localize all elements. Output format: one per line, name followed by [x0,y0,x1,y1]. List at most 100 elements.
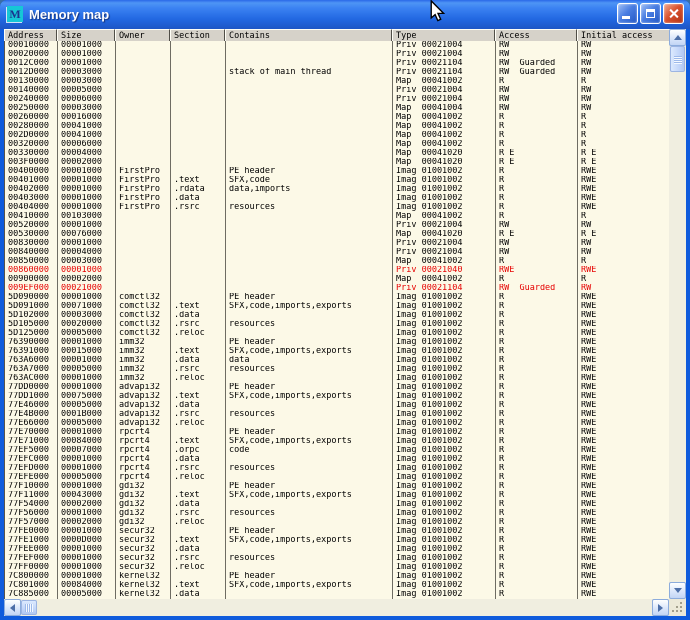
cell-address: 763A7000 [5,365,58,374]
table-row[interactable]: 0040200000001000FirstPro.rdatadata,impor… [5,185,669,194]
table-row[interactable]: 77FF000000001000secur32.relocImag 010010… [5,563,669,572]
column-header-section[interactable]: Section [170,29,225,41]
table-row[interactable]: 77E7000000001000rpcrt4PE headerImag 0100… [5,428,669,437]
column-header-address[interactable]: Address [4,29,57,41]
table-row[interactable]: 7639000000001000imm32PE headerImag 01001… [5,338,669,347]
table-row[interactable]: 77FE10000000D000secur32.textSFX,code,imp… [5,536,669,545]
table-row[interactable]: 009EF00000021000Priv 00021104RW GuardedR… [5,284,669,293]
column-header-initial-access[interactable]: Initial access [577,29,669,41]
table-row[interactable]: 0086000000001000Priv 00021040RWERWE [5,266,669,275]
table-row[interactable]: 0012C00000001000Priv 00021104RW GuardedR… [5,59,669,68]
table-row[interactable]: 77E7100000084000rpcrt4.textSFX,code,impo… [5,437,669,446]
close-button[interactable] [663,3,684,24]
table-row[interactable]: 0041000000103000Map 00041002RR [5,212,669,221]
table-row[interactable]: 0032000000006000Map 00041002RR [5,140,669,149]
table-row[interactable]: 0012D00000003000stack of main threadPriv… [5,68,669,77]
table-row[interactable]: 763A600000001000imm32.datadataImag 01001… [5,356,669,365]
cell-address: 00330000 [5,149,58,158]
table-row[interactable]: 77FEE00000001000secur32.dataImag 0100100… [5,545,669,554]
table-row[interactable]: 0040300000001000FirstPro.dataImag 010010… [5,194,669,203]
table-row[interactable]: 0085000000003000Map 00041002RR [5,257,669,266]
titlebar[interactable]: M Memory map [0,0,690,29]
cell-section [171,77,226,86]
column-header-contains[interactable]: Contains [225,29,392,41]
table-row[interactable]: 0013000000003000Map 00041002RR [5,77,669,86]
table-row[interactable]: 0040400000001000FirstPro.rsrcresourcesIm… [5,203,669,212]
table-row[interactable]: 5D10500000020000comctl32.rsrcresourcesIm… [5,320,669,329]
table-row[interactable]: 77E4600000005000advapi32.dataImag 010010… [5,401,669,410]
scroll-up-button[interactable] [669,29,686,46]
column-header-type[interactable]: Type [392,29,495,41]
table-row[interactable]: 7C88500000005000kernel32.dataImag 010010… [5,590,669,599]
table-row[interactable]: 763A700000005000imm32.rsrcresourcesImag … [5,365,669,374]
horizontal-scroll-thumb[interactable] [21,600,37,615]
vertical-scrollbar[interactable] [669,29,686,599]
table-row[interactable]: 77DD000000001000advapi32PE headerImag 01… [5,383,669,392]
table-row[interactable]: 5D09100000071000comctl32.textSFX,code,im… [5,302,669,311]
table-row[interactable]: 77DD100000075000advapi32.textSFX,code,im… [5,392,669,401]
memory-map-icon[interactable]: M [7,6,23,22]
column-header-size[interactable]: Size [57,29,115,41]
table-row[interactable]: 0025000000003000Map 00041004RWRW [5,104,669,113]
minimize-button[interactable] [617,3,638,24]
table-row[interactable]: 002D000000041000Map 00041002RR [5,131,669,140]
scroll-down-button[interactable] [669,582,686,599]
table-row[interactable]: 0024000000006000Priv 00021004RWRW [5,95,669,104]
cell-contains [226,419,393,428]
scroll-left-button[interactable] [4,599,21,616]
table-row[interactable]: 763AC00000001000imm32.relocImag 01001002… [5,374,669,383]
table-row[interactable]: 0090000000002000Map 00041002RR [5,275,669,284]
resize-grip[interactable] [669,599,686,616]
table-row[interactable]: 0083000000001000Priv 00021004RWRW [5,239,669,248]
table-row[interactable]: 5D10200000003000comctl32.dataImag 010010… [5,311,669,320]
table-row[interactable]: 5D12500000005000comctl32.relocImag 01001… [5,329,669,338]
table-row[interactable]: 0084000000004000Priv 00021004RWRW [5,248,669,257]
table-row[interactable]: 0033000000004000Map 00041020R ER E [5,149,669,158]
table-row[interactable]: 77EFD00000001000rpcrt4.rsrcresourcesImag… [5,464,669,473]
cell-initial_access: RWE [578,401,669,410]
table-row[interactable]: 0053000000076000Map 00041020R ER E [5,230,669,239]
cell-contains [226,545,393,554]
table-row[interactable]: 0014000000005000Priv 00021004RWRW [5,86,669,95]
cell-access: RWE [496,266,578,275]
table-row[interactable]: 77FEF00000001000secur32.rsrcresourcesIma… [5,554,669,563]
cell-contains [226,500,393,509]
cell-address: 00320000 [5,140,58,149]
column-header-owner[interactable]: Owner [115,29,170,41]
cell-section: .text [171,536,226,545]
table-row[interactable]: 0028000000041000Map 00041002RR [5,122,669,131]
table-row[interactable]: 77EF500000007000rpcrt4.orpccodeImag 0100… [5,446,669,455]
table-row[interactable]: 77EFC00000001000rpcrt4.dataImag 01001002… [5,455,669,464]
table-row[interactable]: 77F1100000043000gdi32.textSFX,code,impor… [5,491,669,500]
table-row[interactable]: 77F1000000001000gdi32PE headerImag 01001… [5,482,669,491]
table-row[interactable]: 0052000000001000Priv 00021004RWRW [5,221,669,230]
column-header-access[interactable]: Access [495,29,577,41]
table-row[interactable]: 0026000000016000Map 00041002RR [5,113,669,122]
table-row[interactable]: 77FE000000001000secur32PE headerImag 010… [5,527,669,536]
table-row[interactable]: 0002000000001000Priv 00021004RWRW [5,50,669,59]
table-row[interactable]: 77F5400000002000gdi32.dataImag 01001002R… [5,500,669,509]
table-row[interactable]: 7C80000000001000kernel32PE headerImag 01… [5,572,669,581]
table-row[interactable]: 0040100000001000FirstPro.textSFX,codeIma… [5,176,669,185]
maximize-button[interactable] [640,3,661,24]
vertical-scroll-thumb[interactable] [670,46,685,72]
cell-access: R [496,347,578,356]
cell-type: Imag 01001002 [393,563,496,572]
table-row[interactable]: 77E6600000005000advapi32.relocImag 01001… [5,419,669,428]
horizontal-scrollbar[interactable] [4,599,669,616]
table-row[interactable]: 77F5600000001000gdi32.rsrcresourcesImag … [5,509,669,518]
cell-contains: SFX,code,imports,exports [226,302,393,311]
table-row[interactable]: 7639100000015000imm32.textSFX,code,impor… [5,347,669,356]
table-row[interactable]: 77E4B0000001B000advapi32.rsrcresourcesIm… [5,410,669,419]
table-row[interactable]: 0001000000001000Priv 00021004RWRW [5,41,669,50]
cell-owner: rpcrt4 [116,446,171,455]
table-row[interactable]: 7C80100000084000kernel32.textSFX,code,im… [5,581,669,590]
table-row[interactable]: 003F000000002000Map 00041020R ER E [5,158,669,167]
cell-contains: SFX,code [226,176,393,185]
scroll-right-button[interactable] [652,599,669,616]
table-row[interactable]: 0040000000001000FirstProPE headerImag 01… [5,167,669,176]
table-row[interactable]: 77EFE00000005000rpcrt4.relocImag 0100100… [5,473,669,482]
table-row[interactable]: 5D09000000001000comctl32PE headerImag 01… [5,293,669,302]
memory-table-body: 0001000000001000Priv 00021004RWRW0002000… [4,41,669,599]
table-row[interactable]: 77F5700000002000gdi32.relocImag 01001002… [5,518,669,527]
